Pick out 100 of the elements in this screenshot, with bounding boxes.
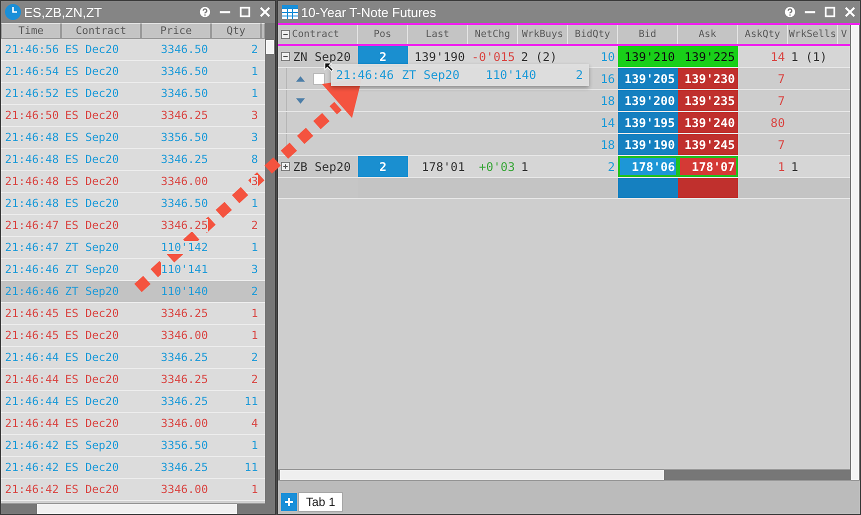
time-cell: 21:46:46 [5,285,59,298]
column-header[interactable]: Time [1,23,61,39]
time-cell: 21:46:46 [5,263,59,276]
contract-cell[interactable]: ZB Sep20 [278,156,358,177]
ask-price-cell[interactable]: 139'240 [678,112,738,133]
trade-row[interactable]: 21:46:52 ES Dec20 3346.50 1 [1,83,265,105]
net-change-cell-text: +0'03 [478,158,516,176]
column-header[interactable]: Contract [61,23,141,39]
time-cell: 21:46:44 [5,417,59,430]
column-header[interactable]: Bid [618,25,678,44]
column-header[interactable]: WrkSells [788,25,838,44]
price-cell: 3346.25 [160,109,208,122]
quantity-cell: 1 [251,307,258,320]
tab[interactable]: Tab 1 [298,492,344,512]
contract-cell: ZT Sep20 [65,285,119,298]
column-header[interactable]: AskQty [738,25,788,44]
ask-price-cell[interactable]: 139'235 [678,90,738,111]
trade-row[interactable]: 21:46:45 ES Dec20 3346.25 1 [1,303,265,325]
time-cell: 21:46:42 [5,483,59,496]
trade-row[interactable]: 21:46:48 ES Dec20 3346.50 1 [1,193,265,215]
time-cell: 21:46:45 [5,307,59,320]
quantity-cell: 11 [244,461,258,474]
column-header[interactable]: Price [141,23,211,39]
trade-row[interactable]: 21:46:48 ES Sep20 3356.50 3 [1,127,265,149]
bid-quantity-cell: 14 [600,116,615,130]
price-cell: 110'140 [486,68,536,82]
price-cell: 3346.25 [160,461,208,474]
trade-row[interactable]: 21:46:44 ES Dec20 3346.25 2 [1,347,265,369]
column-label: WrkBuys [522,29,564,40]
ask-quantity-cell-text: 80 [770,114,786,132]
ask-quantity-cell-text: 14 [770,48,786,66]
trade-row[interactable]: 21:46:50 ES Dec20 3346.25 3 [1,105,265,127]
column-label: BidQty [574,29,610,40]
quantity-cell: 3 [251,263,258,276]
quantity-cell: 2 [576,68,583,82]
ask-quantity-cell-text: 7 [776,70,786,88]
contract-cell: ES Dec20 [65,417,119,430]
trade-row[interactable]: 21:46:42 ES Dec20 3346.25 11 [1,457,265,479]
trade-row[interactable]: 21:46:44 ES Dec20 3346.25 2 [1,369,265,391]
bid-quantity-cell: 2 [608,160,615,174]
trade-row[interactable]: 21:46:54 ES Dec20 3346.50 1 [1,61,265,83]
column-label: Bid [638,29,656,40]
ask-price-cell[interactable]: 139'225 [678,46,738,67]
contract-cell: ZT Sep20 [65,241,119,254]
trade-row[interactable]: 21:46:42 ES Sep20 3356.50 1 [1,435,265,457]
time-cell: 21:46:46 [336,68,394,82]
column-label: V [841,29,847,40]
bid-quantity-cell: 18 [600,138,615,152]
bid-price-cell[interactable]: 139'200 [618,90,678,111]
trade-row[interactable]: 21:46:42 ES Dec20 3346.00 1 [1,479,265,501]
column-label: Ask [698,29,716,40]
time-cell: 21:46:47 [5,219,59,232]
quantity-cell: 1 [251,87,258,100]
working-buys-cell-text: 1 [520,158,530,176]
bid-price-cell[interactable]: 139'205 [618,68,678,89]
bid-price-cell[interactable]: 139'195 [618,112,678,133]
contract-cell: ES Dec20 [65,197,119,210]
ask-price-cell[interactable]: 178'07 [678,156,738,177]
bid-price-cell[interactable]: 139'190 [618,134,678,155]
contract-cell: ES Dec20 [65,43,119,56]
bid-quantity-cell: 18 [600,94,615,108]
quantity-cell: 2 [251,219,258,232]
column-header[interactable]: NetChg [468,25,518,44]
trade-row[interactable]: 21:46:44 ES Dec20 3346.00 4 [1,413,265,435]
column-label: Contract [292,29,340,40]
price-cell: 3346.25 [160,373,208,386]
column-header[interactable]: Last [408,25,468,44]
trade-row[interactable]: 21:46:46 ZT Sep20 110'141 3 [1,259,265,281]
trade-row[interactable]: 21:46:47 ES Dec20 3346.25 2 [1,215,265,237]
contract-cell: ES Dec20 [65,307,119,320]
bid-price-cell[interactable]: 139'210 [618,46,678,67]
contract-cell: ES Sep20 [65,439,119,452]
trade-row[interactable]: 21:46:47 ZT Sep20 110'142 1 [1,237,265,259]
column-header[interactable]: Qty [211,23,261,39]
price-cell: 3346.50 [160,65,208,78]
time-cell: 21:46:52 [5,87,59,100]
column-header[interactable]: Pos [358,25,408,44]
contract-cell: ES Dec20 [65,175,119,188]
price-cell: 3346.00 [160,329,208,342]
price-cell: 3346.25 [160,219,208,232]
quantity-cell: 1 [251,483,258,496]
ask-price-cell[interactable]: 139'230 [678,68,738,89]
trade-row[interactable]: 21:46:56 ES Dec20 3346.50 2 [1,39,265,61]
contract-cell: ZT Sep20 [402,68,460,82]
bid-price-cell[interactable]: 178'06 [618,156,678,177]
trade-row[interactable]: 21:46:45 ES Dec20 3346.00 1 [1,325,265,347]
column-header[interactable]: BidQty [568,25,618,44]
contract-cell: ES Dec20 [65,373,119,386]
ask-price-cell[interactable]: 139'245 [678,134,738,155]
column-header[interactable]: Contract [278,25,358,44]
working-sells-cell-text: 1 (1) [790,48,828,66]
trade-row[interactable]: 21:46:48 ES Dec20 3346.00 3 [1,171,265,193]
contract-cell[interactable]: ZN Sep20 [278,46,358,67]
contract-cell: ES Dec20 [65,87,119,100]
column-header[interactable]: Ask [678,25,738,44]
trade-row[interactable]: 21:46:44 ES Dec20 3346.25 11 [1,391,265,413]
contract-cell: ES Dec20 [65,329,119,342]
column-header[interactable]: WrkBuys [518,25,568,44]
quantity-cell: 1 [251,241,258,254]
trade-row[interactable]: 21:46:48 ES Dec20 3346.25 8 [1,149,265,171]
